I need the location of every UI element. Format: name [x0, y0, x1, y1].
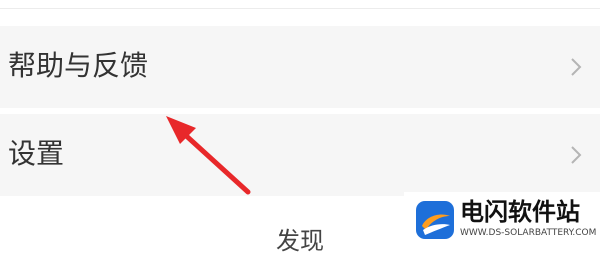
watermark-url: WWW.DS-SOLARBATTERY.COM — [460, 228, 597, 238]
logo-icon — [416, 201, 454, 239]
chevron-right-icon — [571, 58, 582, 76]
chevron-right-icon — [571, 146, 582, 164]
menu-item-label: 设置 — [8, 137, 65, 170]
red-arrow-icon — [166, 116, 251, 195]
tab-discover[interactable]: 发现 — [276, 226, 324, 256]
watermark: 电闪软件站 WWW.DS-SOLARBATTERY.COM — [404, 192, 600, 246]
watermark-title: 电闪软件站 — [460, 198, 580, 226]
menu-item-label: 帮助与反馈 — [8, 49, 149, 82]
menu-item-help-feedback[interactable]: 帮助与反馈 — [0, 26, 600, 108]
top-divider — [0, 8, 600, 9]
menu-item-settings[interactable]: 设置 — [0, 114, 600, 196]
